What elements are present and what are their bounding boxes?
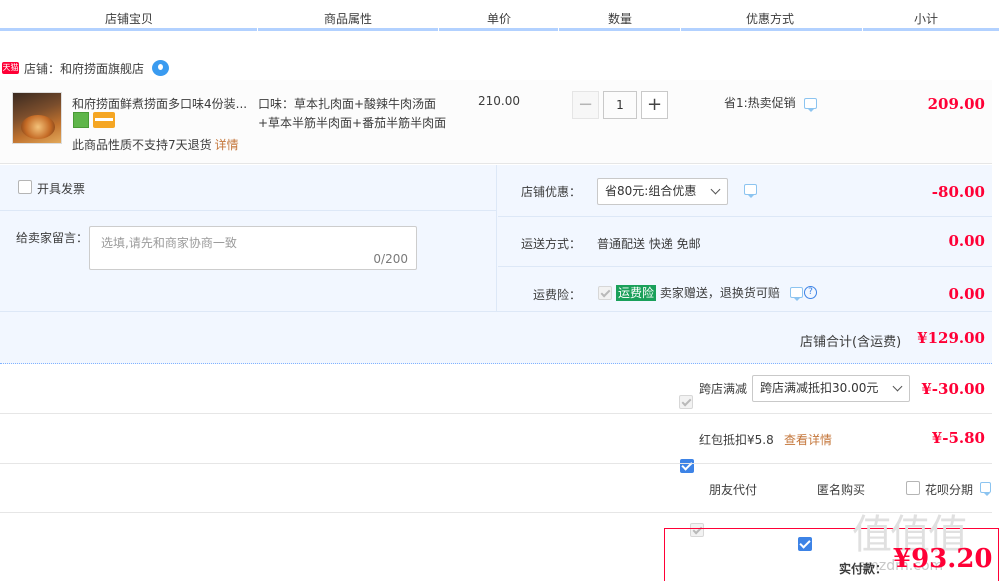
shop-line: 天猫 店铺：和府捞面旗舰店 [0,58,170,78]
detail-link[interactable]: 详情 [215,138,239,152]
col-subtotal: 小计 [914,12,939,26]
help-icon[interactable]: ? [804,286,817,299]
item-subtotal: 209.00 [927,95,985,113]
insurance-tag: 运费险 [616,285,657,301]
promo-text: 省1:热卖促销 [724,96,796,110]
insurance-info: 运费险 卖家赠送，退换货可赔 [616,284,780,301]
shop-total-value: ¥129.00 [917,329,985,347]
insurance-checkbox[interactable] [598,286,612,300]
return-notice-text: 此商品性质不支持7天退货 [72,138,212,152]
shop-discount-value: 省80元:组合优惠 [605,184,697,198]
message-placeholder: 选填,请先和商家协商一致 [101,236,237,250]
divider [0,311,992,312]
minus-button[interactable]: − [572,91,599,119]
col-attr: 商品属性 [324,12,373,26]
insurance-desc: 卖家赠送，退换货可赔 [659,286,780,300]
total-label: 实付款： [839,562,888,576]
cross-store-amount: ¥-30.00 [921,380,985,398]
col-item: 店铺宝贝 [105,12,154,26]
product-title[interactable]: 和府捞面鲜煮捞面多口味4份装... [72,95,247,112]
shop-discount-select[interactable]: 省80元:组合优惠 [597,178,728,205]
anonymous-label: 匿名购买 [817,483,866,497]
installment-label: 花呗分期 [925,483,974,497]
cross-store-value: 跨店满减抵扣30.00元 [760,381,879,395]
quantity-input[interactable]: 1 [603,91,637,119]
red-packet-amount: ¥-5.80 [931,429,985,447]
discount-comment-icon[interactable] [744,184,757,198]
insurance-amount: 0.00 [948,285,985,303]
insurance-comment-icon[interactable] [790,287,803,301]
unit-price: 210.00 [478,94,520,108]
wangwang-chat-icon[interactable] [152,60,170,76]
message-textarea[interactable]: 选填,请先和商家协商一致 0/200 [89,226,417,270]
plus-button[interactable]: + [641,91,668,119]
installment-comment-icon[interactable] [980,482,991,496]
invoice-label: 开具发票 [37,182,86,196]
insurance-label: 运费险： [533,288,582,302]
shop-name[interactable]: 店铺：和府捞面旗舰店 [24,60,144,77]
tmall-badge: 天猫 [2,62,19,74]
divider [498,216,992,217]
product-attributes: 口味：草本扎肉面+酸辣牛肉汤面+草本半筋半肉面+番茄半筋半肉面 [258,97,447,130]
col-price: 单价 [487,12,512,26]
divider [0,463,992,464]
message-label: 给卖家留言： [16,231,89,245]
red-packet-link[interactable]: 查看详情 [784,431,832,448]
shop-total-label: 店铺合计(含运费) [800,335,902,350]
quantity-stepper: − 1 + [572,91,668,120]
cross-store-label: 跨店满减 [699,382,748,396]
service-icon [73,112,89,128]
shop-discount-label: 店铺优惠： [521,185,582,199]
chevron-down-icon [892,381,903,392]
shipping-value: 普通配送 快递 免邮 [597,237,701,251]
shipping-label: 运送方式： [521,237,582,251]
card-icon [93,112,115,128]
return-notice: 此商品性质不支持7天退货 详情 [72,136,239,153]
divider [0,210,497,211]
message-counter: 0/200 [373,252,408,266]
cross-store-select[interactable]: 跨店满减抵扣30.00元 [752,375,910,402]
total-value: ¥93.20 [893,544,993,574]
col-qty: 数量 [608,12,633,26]
divider [498,266,992,267]
divider [0,512,992,513]
promo-comment-icon[interactable] [804,98,817,112]
product-thumbnail[interactable] [12,92,62,144]
installment-checkbox[interactable] [906,481,920,495]
column-header: 店铺宝贝 商品属性 单价 数量 优惠方式 小计 [0,0,999,31]
divider [0,413,992,414]
cross-store-checkbox[interactable] [679,395,693,409]
friend-pay-label: 朋友代付 [709,483,758,497]
invoice-checkbox[interactable] [18,180,32,194]
col-promo: 优惠方式 [746,12,795,26]
shipping-amount: 0.00 [948,232,985,250]
chevron-down-icon [710,184,721,195]
red-packet-checkbox[interactable] [680,459,694,473]
red-packet-label: 红包抵扣¥5.8 [699,433,774,447]
shop-discount-amount: -80.00 [931,183,985,201]
